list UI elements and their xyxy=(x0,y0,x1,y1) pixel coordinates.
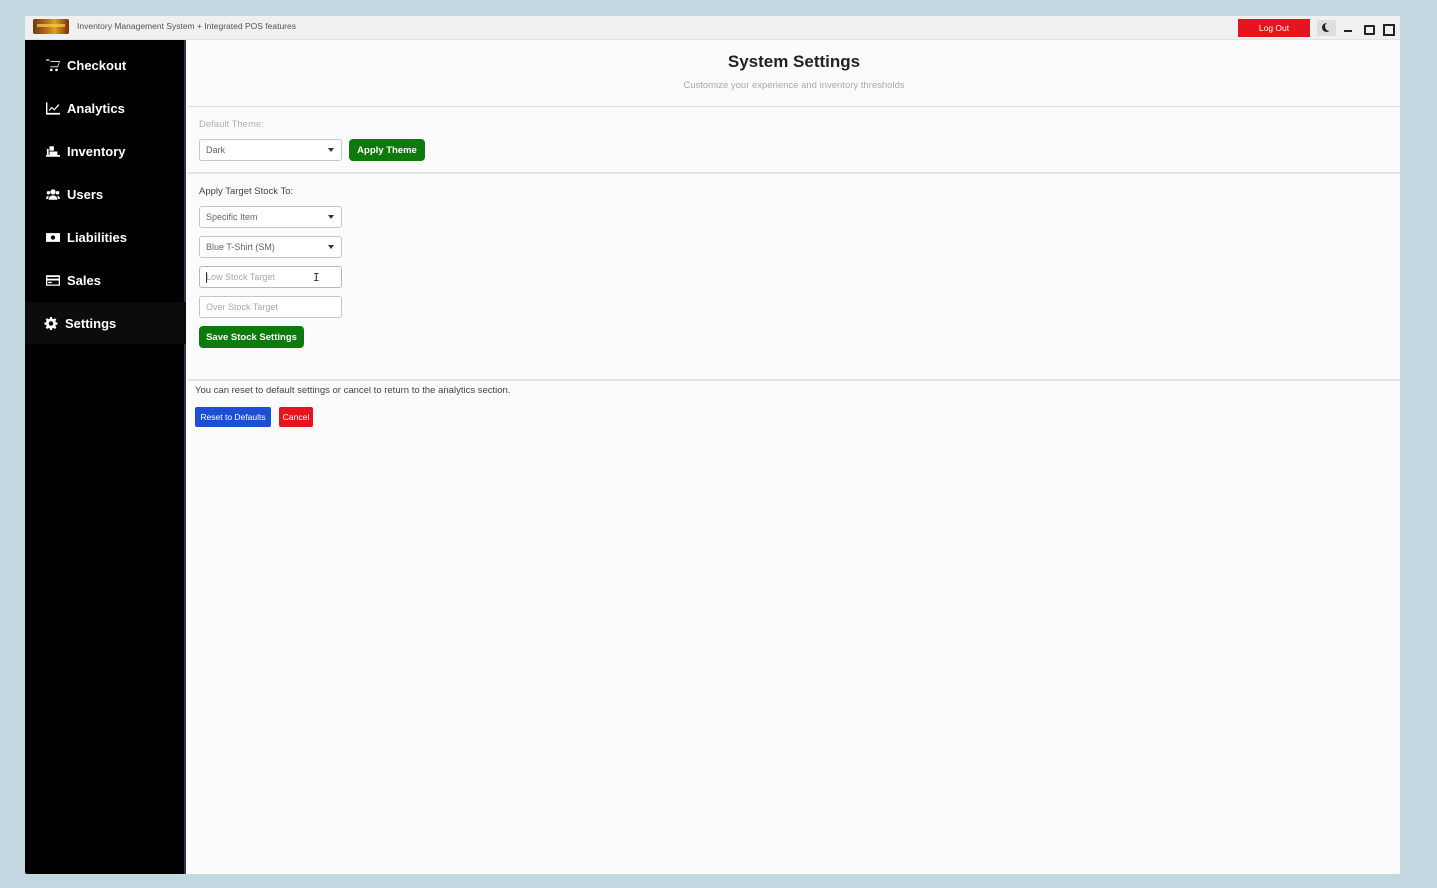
sidebar-item-sales[interactable]: Sales xyxy=(25,259,186,301)
page-title: System Settings xyxy=(727,52,861,71)
reset-note: You can reset to default settings or can… xyxy=(195,385,511,396)
text-cursor-icon: I xyxy=(313,271,320,284)
gear-icon xyxy=(43,316,59,330)
reset-defaults-button[interactable]: Reset to Defaults xyxy=(195,407,271,427)
app-logo xyxy=(33,19,69,34)
stock-scope-select[interactable]: Specific Item xyxy=(199,206,342,228)
cart-icon xyxy=(45,58,61,72)
sidebar-item-users[interactable]: Users xyxy=(25,173,186,215)
title-bar: Inventory Management System + Integrated… xyxy=(25,16,1400,40)
default-theme-label: Default Theme: xyxy=(199,119,264,130)
dolly-icon xyxy=(45,144,61,158)
sidebar-item-checkout[interactable]: Checkout xyxy=(25,44,186,86)
sidebar: Checkout Analytics Inventory Users Liabi… xyxy=(25,40,186,874)
item-select[interactable]: Blue T-Shirt (SM) xyxy=(199,236,342,258)
divider xyxy=(188,172,1400,174)
settings-content: System Settings Customize your experienc… xyxy=(188,40,1400,874)
window-title: Inventory Management System + Integrated… xyxy=(77,21,296,31)
low-stock-target-input[interactable]: Low Stock Target I xyxy=(199,266,342,288)
chart-line-icon xyxy=(45,101,61,115)
apply-target-stock-label: Apply Target Stock To: xyxy=(199,186,294,197)
cancel-button[interactable]: Cancel xyxy=(279,407,313,427)
sidebar-item-label: Sales xyxy=(67,272,101,288)
minimize-icon[interactable] xyxy=(1342,21,1354,35)
page-subtitle: Customize your experience and inventory … xyxy=(683,80,905,91)
sidebar-item-label: Liabilities xyxy=(67,229,127,245)
restore-icon[interactable] xyxy=(1362,21,1375,35)
money-bill-icon xyxy=(45,230,61,244)
credit-card-icon xyxy=(45,273,61,287)
sidebar-item-label: Checkout xyxy=(67,57,127,73)
logout-button[interactable]: Log Out xyxy=(1238,19,1310,37)
save-stock-settings-button[interactable]: Save Stock Settings xyxy=(199,326,304,348)
low-stock-placeholder: Low Stock Target xyxy=(206,272,275,282)
moon-icon[interactable] xyxy=(1317,20,1336,36)
text-caret xyxy=(206,272,207,283)
item-select-value: Blue T-Shirt (SM) xyxy=(206,242,275,252)
theme-select-value: Dark xyxy=(206,145,226,155)
sidebar-item-liabilities[interactable]: Liabilities xyxy=(25,216,186,258)
sidebar-item-label: Settings xyxy=(65,315,117,331)
apply-theme-button[interactable]: Apply Theme xyxy=(349,139,425,161)
sidebar-item-label: Users xyxy=(67,186,104,202)
stock-scope-value: Specific Item xyxy=(206,212,258,222)
sidebar-item-settings[interactable]: Settings xyxy=(25,302,186,344)
over-stock-target-input[interactable]: Over Stock Target xyxy=(199,296,342,318)
maximize-icon[interactable] xyxy=(1381,21,1395,36)
sidebar-item-inventory[interactable]: Inventory xyxy=(25,130,186,172)
sidebar-item-analytics[interactable]: Analytics xyxy=(25,87,186,129)
sidebar-item-label: Analytics xyxy=(67,100,125,116)
divider xyxy=(188,106,1400,107)
divider xyxy=(188,379,1400,381)
app-window: Inventory Management System + Integrated… xyxy=(25,16,1400,874)
sidebar-item-label: Inventory xyxy=(67,143,126,159)
over-stock-placeholder: Over Stock Target xyxy=(206,302,278,312)
theme-select[interactable]: Dark xyxy=(199,139,342,161)
users-icon xyxy=(45,187,61,201)
